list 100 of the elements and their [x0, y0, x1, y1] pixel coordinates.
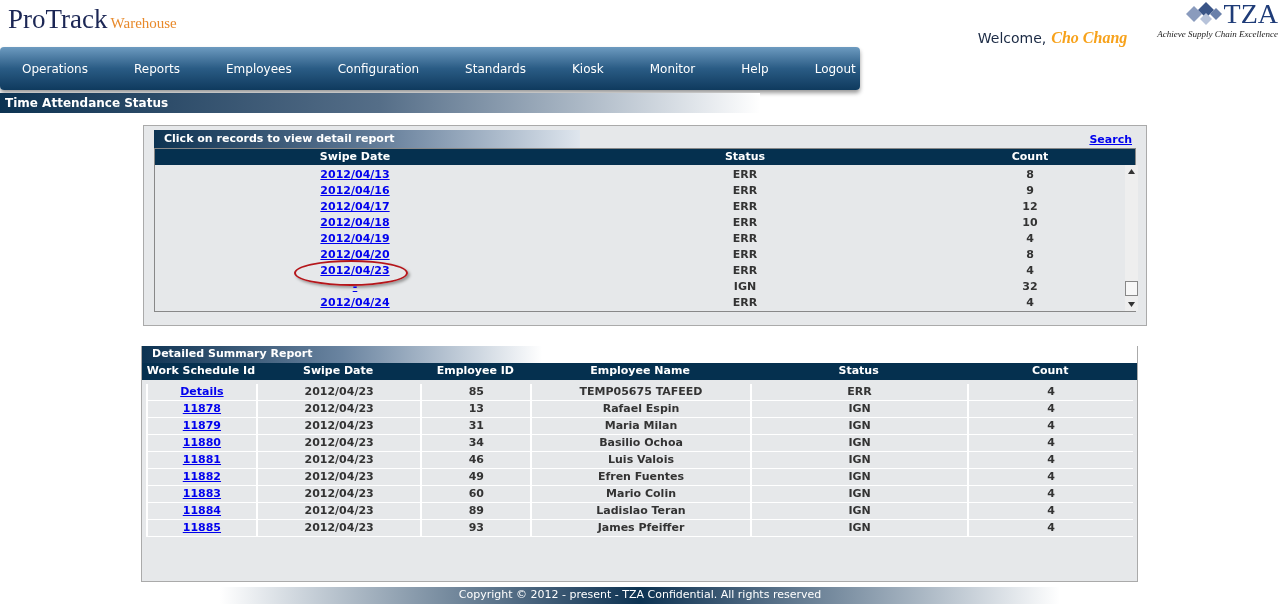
count-cell-text: 8: [1025, 246, 1035, 263]
status-cell-text: ERR: [731, 182, 759, 199]
logo-subtitle: Warehouse: [110, 14, 177, 33]
page-title: Time Attendance Status: [5, 95, 169, 112]
status-cell-text: ERR: [731, 198, 759, 215]
schedule-id-link[interactable]: 11880: [182, 434, 222, 452]
table-cell-text: 2012/04/23: [304, 519, 374, 536]
swipe-date-link[interactable]: -: [352, 279, 358, 293]
table-cell-text: 2012/04/23: [304, 485, 374, 502]
count-cell-text: 4: [1025, 294, 1035, 311]
schedule-id-link[interactable]: 11879: [182, 417, 222, 435]
column-header: Employee ID: [435, 363, 515, 380]
brand-logo: TZA: [1223, 0, 1278, 28]
logo-title: ProTrack: [8, 6, 108, 33]
column-header: Work Schedule Id: [146, 363, 256, 380]
welcome-text: Welcome,: [977, 29, 1047, 48]
table-cell-text: Rafael Espin: [602, 400, 680, 417]
copyright-text: Copyright © 2012 - present - TZA Confidential. All rights reserved: [458, 587, 822, 604]
nav-link[interactable]: Standards: [465, 59, 526, 78]
table-cell-text: IGN: [848, 451, 871, 468]
count-cell-text: 4: [1025, 230, 1035, 247]
schedule-id-link[interactable]: Details: [180, 383, 224, 401]
table-cell-text: 2012/04/23: [304, 468, 374, 485]
swipe-date-link[interactable]: 2012/04/17: [320, 199, 390, 213]
nav-link[interactable]: Monitor: [649, 59, 696, 78]
status-cell-text: ERR: [731, 230, 759, 247]
scroll-up-icon[interactable]: [1128, 169, 1135, 174]
table-cell-text: 46: [468, 451, 484, 468]
swipe-date-link[interactable]: 2012/04/19: [320, 231, 390, 245]
schedule-id-link[interactable]: 11878: [182, 400, 222, 418]
table-cell-text: 31: [468, 417, 484, 434]
table-cell-text: IGN: [848, 417, 871, 434]
table-cell-text: 4: [1047, 485, 1055, 502]
count-cell-text: 9: [1025, 182, 1035, 199]
swipe-date-link[interactable]: 2012/04/20: [320, 247, 390, 261]
column-header: Count: [1030, 363, 1070, 380]
nav-link[interactable]: Employees: [226, 59, 292, 78]
nav-link[interactable]: Reports: [134, 59, 180, 78]
column-header: Swipe Date: [301, 363, 375, 380]
search-link[interactable]: Search: [1089, 131, 1132, 148]
status-cell-text: ERR: [731, 294, 759, 311]
table-cell-text: 93: [468, 519, 484, 536]
table-cell-text: 2012/04/23: [304, 434, 374, 451]
table-cell-text: Ladislao Teran: [596, 502, 686, 519]
table-cell-text: 4: [1047, 434, 1055, 451]
summary-title: Detailed Summary Report: [152, 346, 313, 363]
status-cell-text: ERR: [731, 246, 759, 263]
table-cell-text: Maria Milan: [604, 417, 678, 434]
count-cell-text: 4: [1025, 262, 1035, 279]
schedule-id-link[interactable]: 11882: [182, 468, 222, 486]
schedule-id-link[interactable]: 11881: [182, 451, 222, 469]
scroll-down-icon[interactable]: [1128, 302, 1135, 307]
nav-link[interactable]: Configuration: [337, 59, 420, 78]
swipe-date-link[interactable]: 2012/04/16: [320, 183, 390, 197]
table-cell-text: Mario Colin: [606, 485, 676, 502]
status-cell-text: IGN: [732, 278, 758, 295]
table-cell-text: 89: [468, 502, 484, 519]
table-cell-text: 49: [468, 468, 484, 485]
scrollbar[interactable]: [1125, 165, 1138, 311]
status-cell-text: ERR: [731, 214, 759, 231]
table-cell-text: 4: [1047, 468, 1055, 485]
table-cell-text: Efren Fuentes: [597, 468, 685, 485]
swipe-date-link[interactable]: 2012/04/23: [320, 263, 390, 277]
table-cell-text: 13: [468, 400, 484, 417]
nav-link[interactable]: Help: [741, 59, 769, 78]
status-cell-text: ERR: [731, 166, 759, 183]
table-cell-text: 34: [468, 434, 484, 451]
table-cell-text: 60: [468, 485, 484, 502]
column-header: Employee Name: [589, 363, 691, 380]
table-cell-text: Luis Valois: [608, 451, 674, 468]
swipe-date-link[interactable]: 2012/04/13: [320, 167, 390, 181]
table-cell-text: 4: [1047, 400, 1055, 417]
table-cell-text: 4: [1047, 519, 1055, 536]
table-cell-text: 2012/04/23: [304, 400, 374, 417]
table-cell-text: 4: [1047, 451, 1055, 468]
schedule-id-link[interactable]: 11883: [182, 485, 222, 503]
count-cell-text: 32: [1021, 278, 1039, 295]
schedule-id-link[interactable]: 11885: [182, 519, 222, 537]
table-cell-text: 4: [1047, 417, 1055, 434]
table-cell-text: IGN: [848, 468, 871, 485]
table-cell-text: 2012/04/23: [304, 451, 374, 468]
table-cell-text: ERR: [847, 383, 872, 400]
schedule-id-link[interactable]: 11884: [182, 502, 222, 520]
swipe-date-link[interactable]: 2012/04/18: [320, 215, 390, 229]
column-header: Count: [1010, 148, 1050, 165]
status-cell-text: ERR: [731, 262, 759, 279]
table-cell-text: IGN: [848, 502, 871, 519]
nav-link[interactable]: Logout: [814, 59, 856, 78]
count-cell-text: 8: [1025, 166, 1035, 183]
brand-tagline: Achieve Supply Chain Excellence: [1157, 28, 1278, 41]
table-cell-text: IGN: [848, 485, 871, 502]
column-header: Swipe Date: [318, 148, 392, 165]
swipe-date-link[interactable]: 2012/04/24: [320, 295, 390, 309]
scroll-thumb[interactable]: [1125, 281, 1138, 296]
count-cell-text: 12: [1021, 198, 1039, 215]
nav-link[interactable]: Operations: [22, 59, 88, 78]
column-header: Status: [723, 148, 767, 165]
nav-link[interactable]: Kiosk: [571, 59, 604, 78]
user-name: Cho Chang: [1051, 28, 1128, 49]
column-header: Status: [837, 363, 880, 380]
